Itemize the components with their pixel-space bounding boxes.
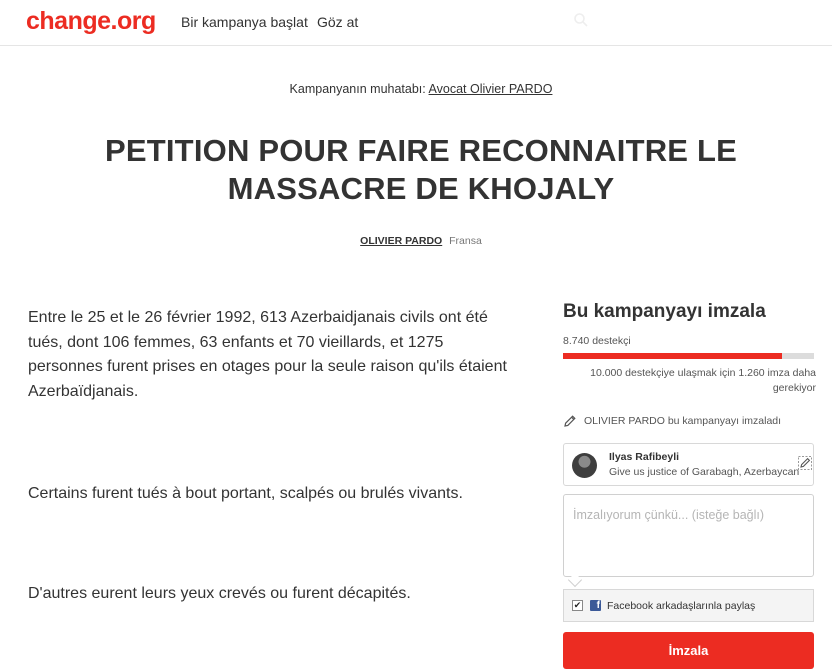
signer-comment: Give us justice of Garabagh, Azerbaycan	[609, 466, 800, 478]
supporter-count: 8.740 destekçi	[563, 335, 631, 347]
facebook-icon: f	[590, 600, 601, 611]
signed-notice-text: OLIVIER PARDO bu kampanyayı imzaladı	[584, 415, 782, 427]
petition-paragraph-3: D'autres eurent leurs yeux crevés ou fur…	[28, 585, 411, 602]
petition-author: OLIVIER PARDO Fransa	[0, 235, 832, 247]
petition-title: PETITION POUR FAIRE RECONNAITRE LE MASSA…	[104, 133, 737, 206]
change-org-logo[interactable]: change.org	[26, 7, 156, 36]
target-link[interactable]: Avocat Olivier PARDO	[429, 82, 553, 96]
signer-name: Ilyas Rafibeyli	[609, 451, 680, 463]
goal-note: 10.000 destekçiye ulaşmak için 1.260 imz…	[590, 367, 816, 394]
petition-paragraph-1: Entre le 25 et le 26 février 1992, 613 A…	[28, 309, 507, 400]
petition-target: Kampanyanın muhatabı: Avocat Olivier PAR…	[0, 82, 832, 96]
author-link[interactable]: OLIVIER PARDO	[360, 235, 442, 247]
petition-paragraph-2: Certains furent tués à bout portant, sca…	[28, 485, 463, 502]
reason-textarea[interactable]	[564, 495, 813, 576]
progress-fill	[563, 353, 783, 359]
target-prefix: Kampanyanın muhatabı:	[289, 82, 426, 96]
author-signed-notice: OLIVIER PARDO bu kampanyayı imzaladı	[563, 414, 781, 428]
pencil-icon	[564, 415, 576, 427]
facebook-share-option[interactable]: ✔ f Facebook arkadaşlarınla paylaş	[563, 589, 814, 622]
reason-box	[563, 494, 814, 577]
top-header: change.org Bir kampanya başlat Göz at	[0, 0, 832, 46]
sign-button[interactable]: İmzala	[563, 632, 814, 669]
signature-progress-bar	[563, 353, 814, 359]
edit-icon[interactable]	[797, 455, 813, 471]
share-checkbox[interactable]: ✔	[572, 600, 583, 611]
share-label: Facebook arkadaşlarınla paylaş	[607, 599, 756, 612]
nav-start-petition[interactable]: Bir kampanya başlat	[181, 14, 308, 30]
nav-browse[interactable]: Göz at	[317, 14, 358, 30]
search-icon[interactable]	[573, 12, 589, 28]
author-location: Fransa	[449, 235, 482, 247]
avatar	[572, 453, 597, 478]
sign-panel-title: Bu kampanyayı imzala	[563, 301, 766, 322]
recent-signer-card: Ilyas Rafibeyli Give us justice of Garab…	[563, 443, 814, 486]
